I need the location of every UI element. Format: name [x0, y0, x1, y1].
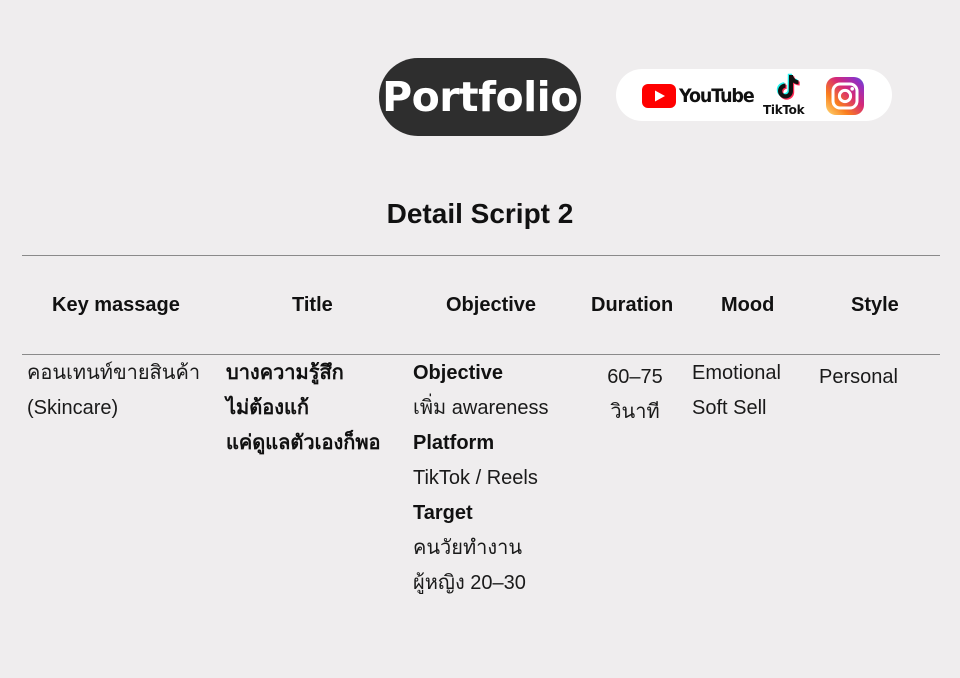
social-platforms-bar: YouTube TikTok — [616, 69, 892, 121]
target-label: Target — [413, 502, 473, 524]
tiktok-note-icon — [776, 73, 800, 100]
header-title: Title — [292, 294, 333, 316]
cell-key-message: คอนเทนท์ขายสินค้า (Skincare) — [27, 356, 200, 426]
objective-label: Objective — [413, 362, 504, 384]
title-line: ไม่ต้องแก้ — [226, 397, 310, 419]
key-message-line: คอนเทนท์ขายสินค้า — [27, 362, 201, 384]
cell-mood: Emotional Soft Sell — [692, 356, 781, 426]
platform-value: TikTok / Reels — [413, 467, 538, 489]
youtube-play-icon — [642, 84, 676, 108]
header-mood: Mood — [721, 294, 775, 316]
table-header-divider — [22, 354, 940, 355]
duration-value: 60–75 — [607, 366, 663, 388]
target-value: ผู้หญิง 20–30 — [413, 572, 526, 594]
instagram-icon — [826, 77, 864, 120]
objective-value: เพิ่ม awareness — [413, 397, 549, 419]
header-duration: Duration — [591, 294, 674, 316]
title-line: แค่ดูแลตัวเองก็พอ — [226, 432, 381, 454]
header-objective: Objective — [446, 294, 537, 316]
mood-line: Soft Sell — [692, 397, 767, 419]
cell-title: บางความรู้สึก ไม่ต้องแก้ แค่ดูแลตัวเองก็… — [226, 356, 381, 461]
style-value: Personal — [819, 366, 898, 388]
youtube-logo: YouTube — [642, 83, 760, 109]
page-title: Detail Script 2 — [386, 198, 574, 229]
tiktok-wordmark: TikTok — [763, 103, 805, 117]
youtube-wordmark: YouTube — [679, 85, 755, 107]
header-style: Style — [851, 294, 899, 316]
cell-style: Personal — [819, 360, 898, 395]
key-message-line: (Skincare) — [27, 397, 119, 419]
header-key-message: Key massage — [52, 294, 180, 316]
portfolio-label: Portfolio — [382, 73, 578, 121]
cell-duration: 60–75 วินาที — [590, 360, 680, 430]
duration-unit: วินาที — [610, 401, 660, 423]
table-top-divider — [22, 255, 940, 256]
portfolio-badge: Portfolio — [379, 58, 581, 136]
target-value: คนวัยทำงาน — [413, 537, 523, 559]
platform-label: Platform — [413, 432, 495, 454]
mood-line: Emotional — [692, 362, 781, 384]
cell-objective: Objective เพิ่ม awareness Platform TikTo… — [413, 356, 548, 601]
tiktok-logo: TikTok — [762, 73, 812, 119]
title-line: บางความรู้สึก — [226, 362, 344, 384]
